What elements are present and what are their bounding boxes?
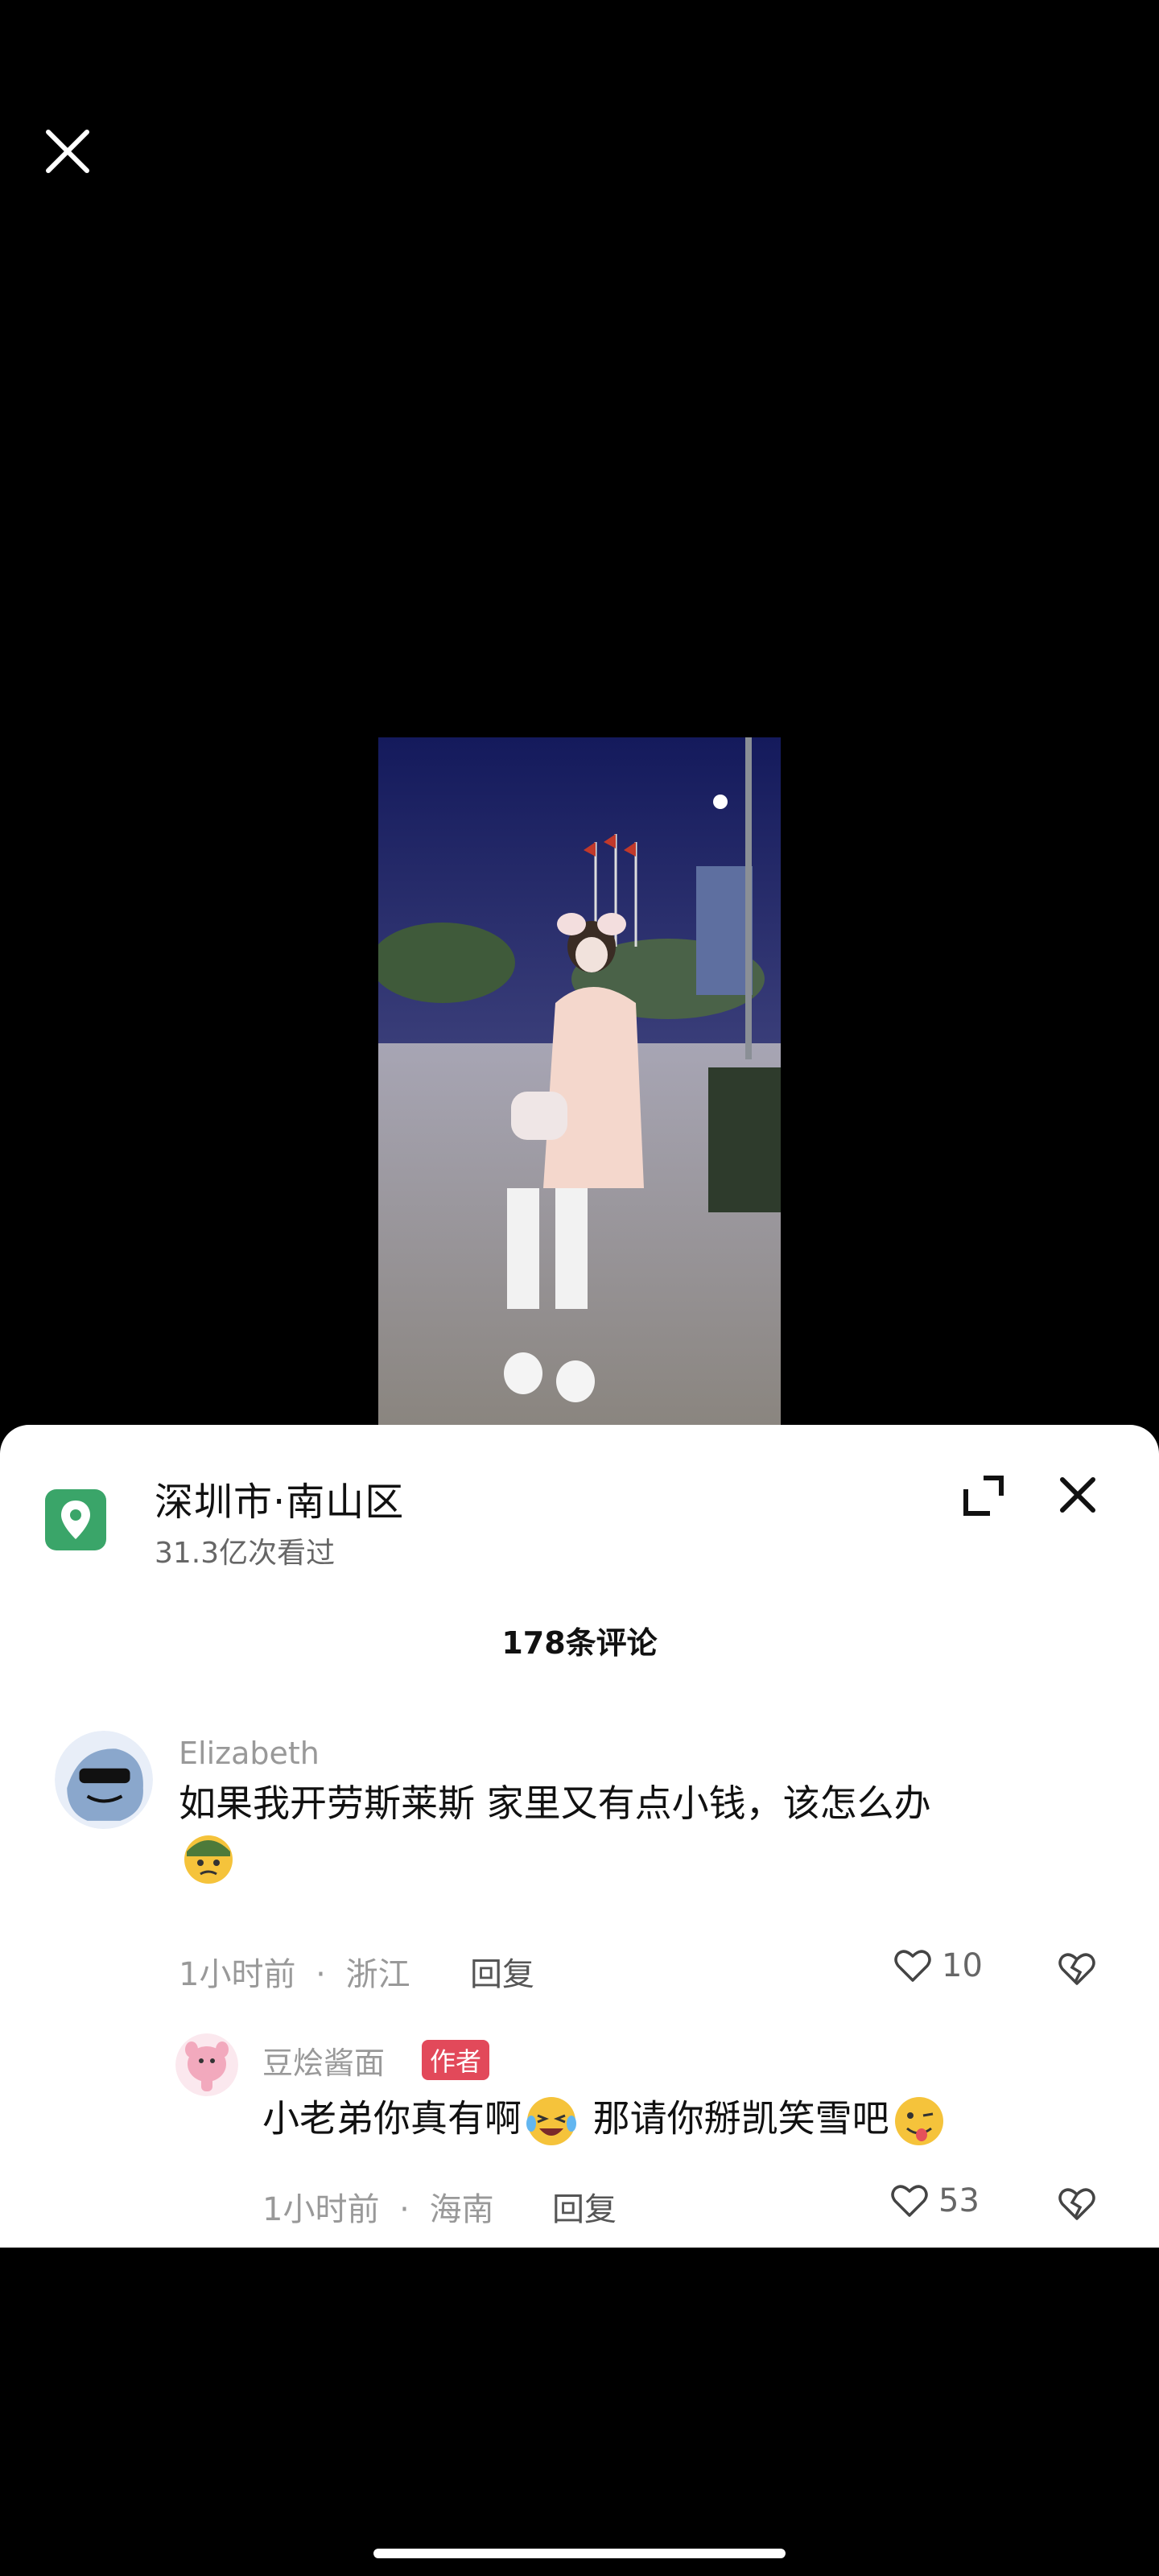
reply-region: 海南 <box>429 2191 494 2228</box>
like-count: 10 <box>942 1947 983 1984</box>
like-count: 53 <box>938 2182 980 2219</box>
reply-text-part1: 小老弟你真有啊 <box>262 2096 522 2140</box>
broken-heart-icon <box>1058 2188 1095 2220</box>
comment-text-content: 如果我开劳斯莱斯 家里又有点小钱，该怎么办 <box>179 1781 931 1825</box>
reply-text-part2: 那请你掰凯笑雪吧 <box>581 2096 889 2140</box>
view-count: 31.3亿次看过 <box>155 1537 336 1570</box>
close-sheet-button[interactable] <box>1050 1467 1106 1523</box>
reply-button[interactable]: 回复 <box>470 1948 534 1995</box>
meta-separator: · <box>316 1956 326 1993</box>
home-indicator[interactable] <box>373 2549 786 2558</box>
expand-button[interactable] <box>958 1470 1009 1521</box>
winking-tongue-emoji-icon <box>889 2091 949 2151</box>
comment-text: 如果我开劳斯莱斯 家里又有点小钱，该怎么办 <box>179 1779 1112 1887</box>
heart-icon <box>891 2185 928 2217</box>
reply-time: 1小时前 <box>262 2191 380 2228</box>
laughing-crying-emoji-icon <box>522 2091 581 2151</box>
reply-username[interactable]: 豆烩酱面 <box>262 2038 385 2083</box>
dislike-button[interactable] <box>1056 1948 1098 1990</box>
video-thumbnail[interactable] <box>378 737 781 1425</box>
comment-username[interactable]: Elizabeth <box>179 1736 320 1771</box>
comment-item: Elizabeth 如果我开劳斯莱斯 家里又有点小钱，该怎么办 1小时前 · 浙… <box>0 1731 1159 2021</box>
avatar[interactable] <box>55 1731 153 1829</box>
location-pin-icon[interactable] <box>45 1489 106 1550</box>
reply-button[interactable]: 回复 <box>552 2183 617 2230</box>
video-frame-image <box>378 737 781 1425</box>
comment-count: 178条评论 <box>501 1625 658 1661</box>
frowning-face-emoji-icon <box>179 1827 238 1887</box>
heart-icon <box>894 1950 931 1982</box>
meta-separator: · <box>399 2191 410 2228</box>
like-button[interactable]: 10 <box>892 1945 983 1987</box>
close-viewer-button[interactable] <box>35 119 100 184</box>
comments-sheet: 深圳市·南山区 31.3亿次看过 178条评论 Elizabeth 如果我开劳斯… <box>0 1425 1159 2248</box>
close-icon <box>1060 1477 1095 1513</box>
comment-time: 1小时前 <box>179 1956 296 1993</box>
avatar[interactable] <box>175 2033 238 2096</box>
reply-text: 小老弟你真有啊 那请你掰凯笑雪吧 <box>262 2091 1116 2151</box>
reply-item: 豆烩酱面 作者 小老弟你真有啊 那请你掰凯笑雪吧 1小时前 · 海南 回复 53 <box>0 2033 1159 2243</box>
author-badge: 作者 <box>422 2040 490 2080</box>
comment-meta: 1小时前 · 浙江 <box>179 1948 410 1995</box>
expand-icon <box>963 1476 1004 1516</box>
location-title[interactable]: 深圳市·南山区 <box>155 1470 404 1526</box>
reply-meta: 1小时前 · 海南 <box>262 2183 494 2230</box>
like-button[interactable]: 53 <box>889 2180 980 2222</box>
dislike-button[interactable] <box>1056 2183 1098 2225</box>
broken-heart-icon <box>1058 1953 1095 1985</box>
comment-region: 浙江 <box>345 1956 410 1993</box>
close-icon <box>46 130 89 173</box>
